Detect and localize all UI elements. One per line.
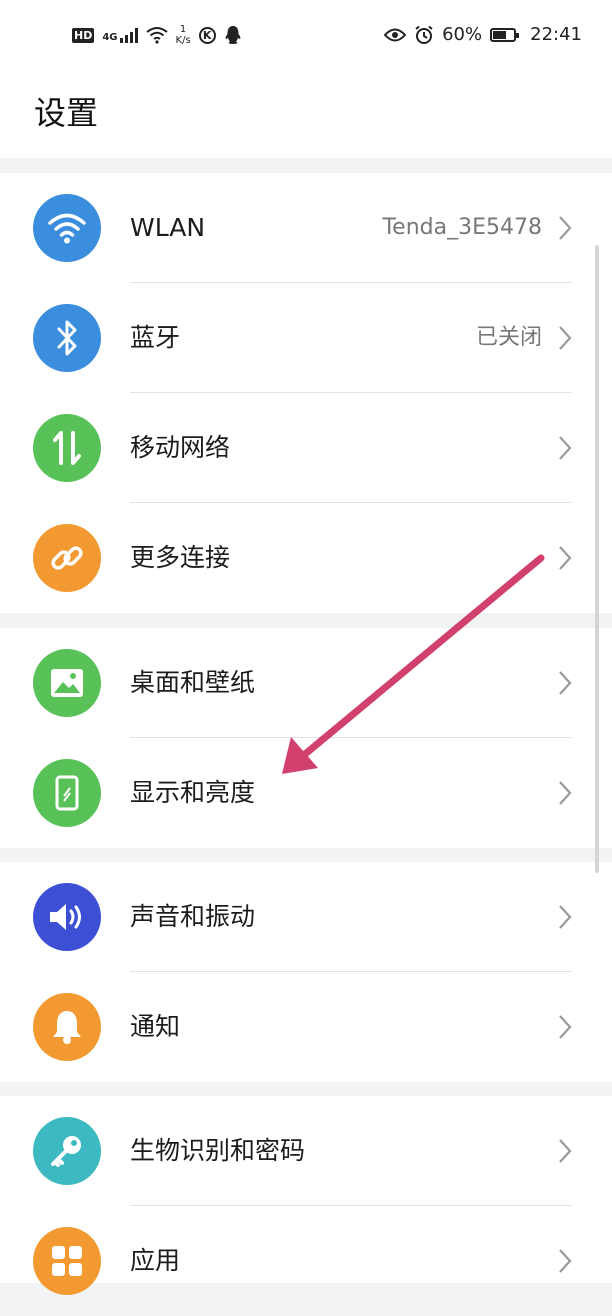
wifi-status-icon [145, 27, 168, 44]
bell-icon [33, 993, 101, 1061]
chevron-right-icon [559, 436, 572, 460]
eye-icon [384, 28, 407, 41]
item-label: 移动网络 [130, 433, 231, 462]
scrollbar[interactable] [595, 245, 599, 873]
apps-icon [33, 1227, 101, 1295]
settings-item-home-wallpaper[interactable]: 桌面和壁纸 [0, 628, 612, 738]
chevron-right-icon [559, 1139, 572, 1163]
wallpaper-icon [33, 649, 101, 717]
link-icon [33, 524, 101, 592]
key-icon [33, 1117, 101, 1185]
settings-item-apps[interactable]: 应用 [0, 1206, 612, 1316]
settings-item-more-connections[interactable]: 更多连接 [0, 503, 612, 613]
settings-item-display-brightness[interactable]: 显示和亮度 [0, 738, 612, 848]
signal-icon: 4G [102, 27, 138, 43]
item-label: 蓝牙 [130, 323, 181, 352]
status-right: 60% 22:41 [384, 24, 582, 45]
item-label: 声音和振动 [130, 902, 256, 931]
battery-percent: 60% [442, 24, 483, 45]
page-title: 设置 [34, 94, 99, 132]
wifi-icon [33, 194, 101, 262]
alarm-icon [415, 25, 433, 44]
chevron-right-icon [559, 326, 572, 350]
section-display: 桌面和壁纸 显示和亮度 [0, 628, 612, 848]
settings-item-bluetooth[interactable]: 蓝牙 已关闭 [0, 283, 612, 393]
section-security-apps: 生物识别和密码 应用 [0, 1096, 612, 1295]
hd-badge: HD [72, 27, 95, 43]
section-connectivity: WLAN Tenda_3E5478 蓝牙 已关闭 移动网络 更多连接 [0, 173, 612, 613]
chevron-right-icon [559, 1249, 572, 1273]
chevron-right-icon [559, 546, 572, 570]
speed-value: 1 [179, 24, 187, 35]
item-value: 已关闭 [475, 325, 542, 350]
chevron-right-icon [559, 671, 572, 695]
mobile-data-icon [33, 414, 101, 482]
clock: 22:41 [530, 24, 582, 45]
k-app-icon: K [198, 26, 216, 44]
qq-icon [225, 26, 241, 44]
item-label: 桌面和壁纸 [130, 668, 256, 697]
item-label: 应用 [130, 1246, 181, 1275]
status-bar: HD 4G 1 K/s K 60% 22:41 [0, 0, 612, 76]
item-value: Tenda_3E5478 [382, 215, 542, 240]
settings-item-biometrics-password[interactable]: 生物识别和密码 [0, 1096, 612, 1206]
settings-item-notifications[interactable]: 通知 [0, 972, 612, 1082]
chevron-right-icon [559, 1015, 572, 1039]
item-label: 显示和亮度 [130, 778, 256, 807]
network-type: 4G [102, 32, 118, 43]
network-speed: 1 K/s [176, 24, 191, 46]
bluetooth-icon [33, 304, 101, 372]
chevron-right-icon [559, 905, 572, 929]
item-label: 生物识别和密码 [130, 1136, 306, 1165]
section-sound-notification: 声音和振动 通知 [0, 862, 612, 1082]
battery-icon [490, 27, 520, 42]
status-left: HD 4G 1 K/s K [72, 24, 242, 46]
chevron-right-icon [559, 216, 572, 240]
speed-unit: K/s [175, 35, 191, 46]
item-label: 通知 [130, 1012, 181, 1041]
item-label: WLAN [130, 213, 206, 242]
settings-item-sound-vibration[interactable]: 声音和振动 [0, 862, 612, 972]
display-icon [33, 759, 101, 827]
chevron-right-icon [559, 781, 572, 805]
top-bar: HD 4G 1 K/s K 60% 22:41 设置 [0, 0, 612, 158]
settings-item-mobile-network[interactable]: 移动网络 [0, 393, 612, 503]
sound-icon [33, 883, 101, 951]
item-label: 更多连接 [130, 543, 231, 572]
settings-item-wlan[interactable]: WLAN Tenda_3E5478 [0, 173, 612, 283]
